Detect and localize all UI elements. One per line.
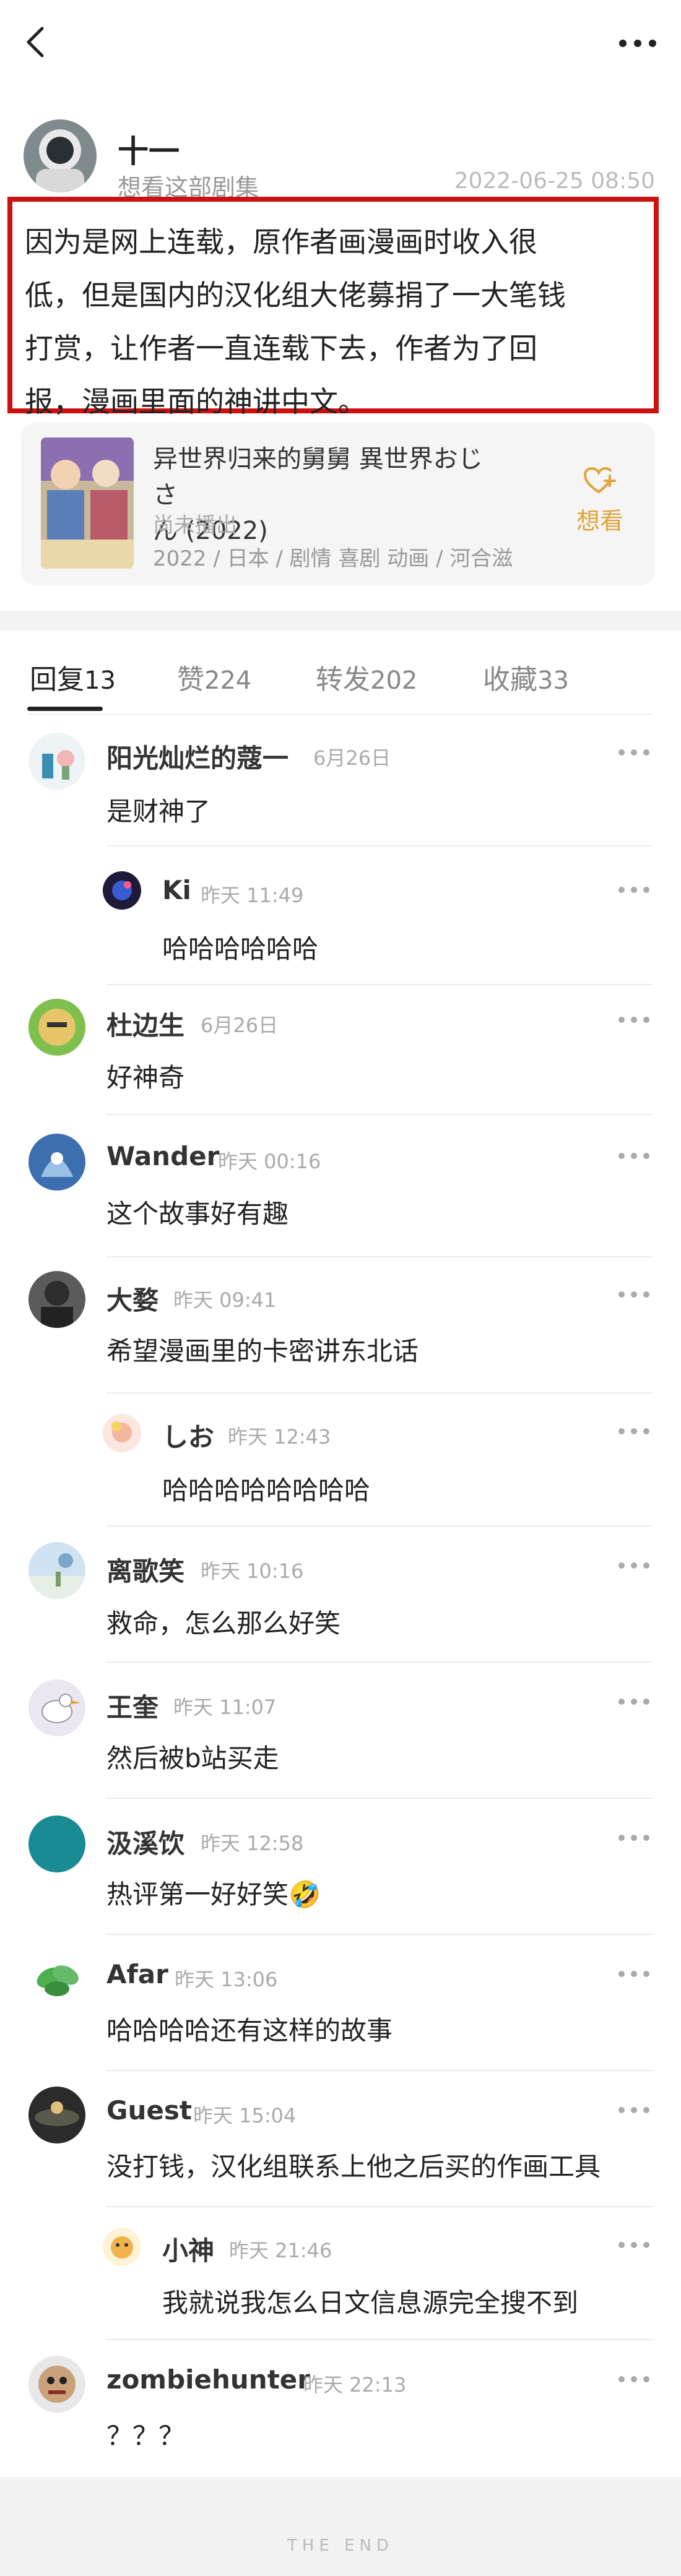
more-options-icon[interactable]: [615, 2373, 653, 2385]
tab-replies[interactable]: 回复13: [30, 657, 116, 697]
tab-likes[interactable]: 赞224: [177, 657, 251, 697]
subject-meta: 2022 / 日本 / 剧情 喜剧 动画 / 河合滋: [153, 546, 513, 571]
subject-status: 尚未播出: [153, 513, 237, 538]
reply-author[interactable]: しお: [162, 1416, 214, 1454]
avatar[interactable]: [28, 1134, 85, 1191]
avatar[interactable]: [28, 733, 85, 790]
reply-text: 热评第一好好笑🤣: [106, 1879, 321, 1910]
reply-author[interactable]: 汲溪饮: [106, 1823, 184, 1861]
back-arrow-icon[interactable]: [19, 24, 56, 61]
heart-plus-icon: [583, 467, 616, 493]
reply-text: 是财神了: [106, 796, 211, 827]
more-options-icon[interactable]: [615, 2104, 653, 2116]
more-options-icon[interactable]: [613, 25, 662, 62]
reply-author[interactable]: 王奎: [106, 1687, 158, 1725]
reply-time: 昨天 11:07: [173, 1695, 277, 1719]
reply-author[interactable]: 小神: [162, 2230, 214, 2268]
reply-author[interactable]: Afar: [106, 1959, 168, 1989]
post-text-line: 打赏，让作者一直连载下去，作者为了回: [25, 332, 537, 365]
end-label: THE END: [287, 2536, 394, 2555]
subject-card[interactable]: 异世界归来的舅舅 異世界おじさ ん (2022) 尚未播出 2022 / 日本 …: [21, 423, 655, 585]
tab-reposts[interactable]: 转发202: [316, 657, 417, 697]
post-text-line: 报，漫画里面的神讲中文。: [25, 385, 367, 418]
reply-time: 昨天 13:06: [175, 1968, 278, 1991]
reply-author[interactable]: zombiehunter: [106, 2364, 310, 2395]
footer: THE END: [0, 2477, 681, 2576]
reply-time: 昨天 12:58: [201, 1832, 304, 1855]
avatar[interactable]: [28, 999, 85, 1056]
avatar[interactable]: [28, 2356, 85, 2413]
more-options-icon[interactable]: [615, 1559, 653, 1572]
more-options-icon[interactable]: [615, 1288, 653, 1301]
more-options-icon[interactable]: [615, 1968, 653, 1980]
post-time: 2022-06-25 08:50: [454, 168, 655, 194]
reply-author[interactable]: 阳光灿烂的蔻一: [106, 738, 288, 775]
reply-text: 没打钱，汉化组联系上他之后买的作画工具: [106, 2152, 601, 2182]
reply-time: 昨天 10:16: [201, 1559, 304, 1583]
reply-text: 我就说我怎么日文信息源完全搜不到: [162, 2288, 579, 2318]
section-divider: [0, 611, 681, 631]
post-text: 因为是网上连载，原作者画漫画时收入很 低，但是国内的汉化组大佬募捐了一大笔钱 打…: [7, 197, 659, 418]
reply-time: 昨天 21:46: [229, 2239, 332, 2262]
reply-text: ？？？: [106, 2421, 185, 2451]
more-options-icon[interactable]: [615, 884, 653, 896]
subject-cover-image: [41, 437, 134, 569]
reply-text: 希望漫画里的卡密讲东北话: [106, 1336, 419, 1366]
reply-time: 昨天 00:16: [218, 1150, 321, 1173]
tab-favorites[interactable]: 收藏33: [483, 657, 569, 697]
reply-time: 昨天 22:13: [303, 2373, 407, 2397]
want-to-watch-button[interactable]: 想看: [566, 466, 634, 536]
reply-author[interactable]: Wander: [106, 1141, 219, 1171]
avatar[interactable]: [103, 871, 141, 910]
reply-text: 哈哈哈哈还有这样的故事: [106, 2015, 393, 2046]
more-options-icon[interactable]: [615, 1832, 653, 1844]
reply-text: 哈哈哈哈哈哈哈哈: [162, 1475, 371, 1506]
more-options-icon[interactable]: [615, 746, 653, 759]
reply-time: 昨天 09:41: [173, 1288, 277, 1312]
tab-bar: 回复13 赞224 转发202 收藏33: [0, 644, 681, 715]
reply-author[interactable]: Guest: [106, 2095, 192, 2126]
post-text-line: 因为是网上连载，原作者画漫画时收入很: [25, 225, 537, 259]
more-options-icon[interactable]: [615, 1014, 653, 1026]
avatar[interactable]: [28, 2087, 85, 2143]
reply-time: 6月26日: [313, 746, 391, 770]
reply-text: 哈哈哈哈哈哈: [162, 934, 319, 964]
more-options-icon[interactable]: [615, 1695, 653, 1708]
reply-author[interactable]: 杜边生: [106, 1005, 184, 1043]
reply-time: 昨天 12:43: [228, 1425, 331, 1449]
want-label: 想看: [576, 507, 623, 535]
more-options-icon[interactable]: [615, 2239, 653, 2251]
author-avatar[interactable]: [24, 119, 97, 192]
reply-author[interactable]: Ki: [162, 875, 191, 905]
avatar[interactable]: [28, 1271, 85, 1328]
avatar[interactable]: [28, 1679, 85, 1736]
reply-text: 然后被b站买走: [106, 1743, 279, 1773]
reply-time: 6月26日: [201, 1014, 279, 1037]
author-name[interactable]: 十一: [118, 127, 180, 171]
avatar[interactable]: [28, 1542, 85, 1599]
more-options-icon[interactable]: [615, 1150, 653, 1162]
avatar[interactable]: [28, 1816, 85, 1872]
avatar[interactable]: [28, 1950, 85, 2007]
reply-time: 昨天 11:49: [201, 884, 304, 907]
reply-text: 好神奇: [106, 1062, 185, 1093]
avatar[interactable]: [103, 1414, 141, 1452]
more-options-icon[interactable]: [615, 1425, 653, 1437]
reply-time: 昨天 15:04: [193, 2104, 297, 2127]
post-text-line: 低，但是国内的汉化组大佬募捐了一大笔钱: [25, 278, 566, 312]
reply-text: 救命，怎么那么好笑: [106, 1608, 341, 1639]
reply-author[interactable]: 离歌笑: [106, 1551, 184, 1588]
reply-text: 这个故事好有趣: [106, 1199, 289, 1229]
active-tab-indicator: [27, 707, 103, 711]
reply-author[interactable]: 大婺: [106, 1280, 158, 1317]
avatar[interactable]: [103, 2228, 141, 2266]
top-bar: [0, 0, 681, 87]
